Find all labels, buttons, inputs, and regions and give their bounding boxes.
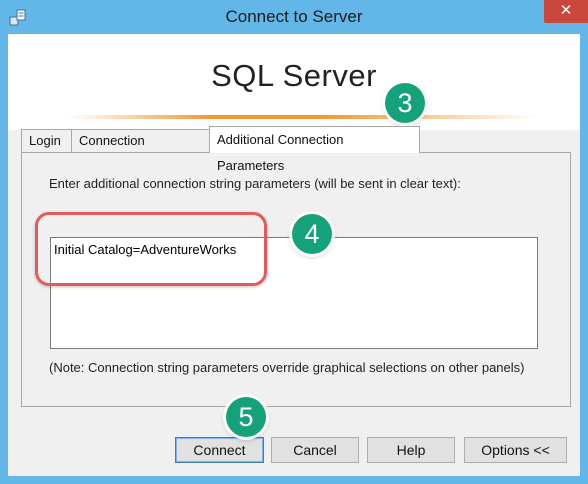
tab-login[interactable]: Login	[21, 129, 72, 152]
close-icon: ✕	[559, 2, 573, 19]
tab-additional-connection-parameters[interactable]: Additional Connection Parameters	[209, 126, 420, 173]
window-title: Connect to Server	[225, 7, 363, 26]
step-badge-4: 4	[292, 214, 332, 254]
close-button[interactable]: ✕	[544, 0, 588, 23]
cancel-button[interactable]: Cancel	[271, 437, 359, 463]
step-badge-5: 5	[226, 397, 266, 437]
note-label: (Note: Connection string parameters over…	[49, 360, 525, 375]
step-badge-3: 3	[385, 83, 425, 123]
highlight-ring	[35, 212, 267, 286]
banner-accent-stripe	[68, 115, 538, 119]
product-banner: SQL Server	[8, 34, 580, 130]
dialog-body: SQL Server Login Connection Properties A…	[8, 34, 580, 476]
title-bar: Connect to Server ✕	[0, 0, 588, 34]
options-button[interactable]: Options <<	[464, 437, 567, 463]
help-button[interactable]: Help	[367, 437, 455, 463]
product-name: SQL Server	[211, 58, 377, 93]
connect-button[interactable]: Connect	[175, 437, 264, 463]
tab-connection-properties[interactable]: Connection Properties	[71, 129, 210, 170]
